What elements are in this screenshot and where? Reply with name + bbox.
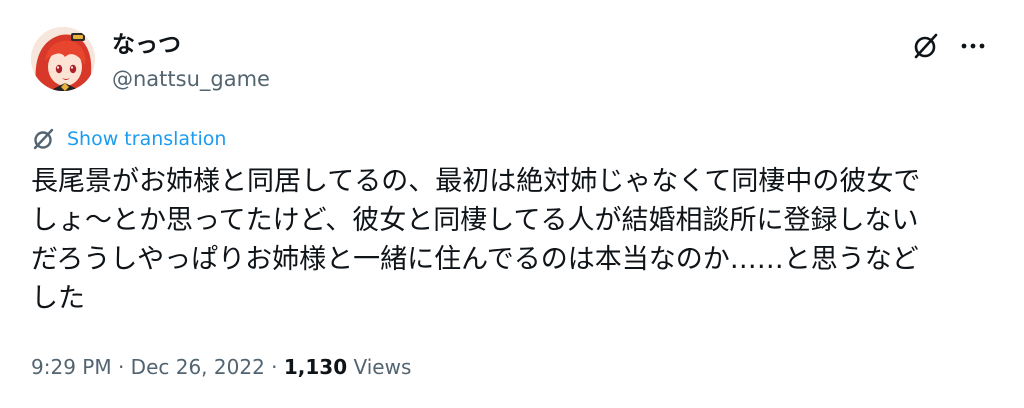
display-name[interactable]: なっつ	[112, 30, 181, 60]
tweet-text-line: 長尾景がお姉様と同居してるの、最初は絶対姉じゃなくて同棲中の彼女で	[31, 166, 921, 197]
tweet-card: なっつ @nattsu_game Show translation 長尾景がお姉…	[0, 0, 1024, 408]
tweet-text-line: しょ〜とか思ってたけど、彼女と同棲してる人が結婚相談所に登録しない	[31, 205, 919, 236]
views-label: Views	[353, 355, 412, 379]
translation-row: Show translation	[31, 124, 226, 154]
tweet-date[interactable]: Dec 26, 2022	[131, 355, 265, 379]
avatar[interactable]	[31, 27, 95, 91]
more-dots-icon[interactable]	[958, 36, 988, 56]
tweet-text: 長尾景がお姉様と同居してるの、最初は絶対姉じゃなくて同棲中の彼女で しょ〜とか思…	[31, 162, 996, 318]
meta-separator: ·	[271, 355, 278, 379]
tweet-text-line: した	[31, 283, 85, 314]
views-count: 1,130	[283, 355, 348, 379]
globe-translate-icon	[31, 126, 57, 152]
avatar-image	[31, 27, 95, 91]
tweet-time[interactable]: 9:29 PM	[31, 355, 112, 379]
meta-separator: ·	[117, 355, 125, 379]
show-translation-link[interactable]: Show translation	[67, 128, 226, 150]
user-handle[interactable]: @nattsu_game	[112, 65, 270, 93]
tweet-text-line: だろうしやっぱりお姉様と一緒に住んでるのは本当なのか……と思うなど	[31, 244, 919, 275]
tweet-meta: 9:29 PM · Dec 26, 2022 · 1,130 Views	[31, 352, 411, 382]
slashed-circle-icon[interactable]	[910, 30, 942, 62]
